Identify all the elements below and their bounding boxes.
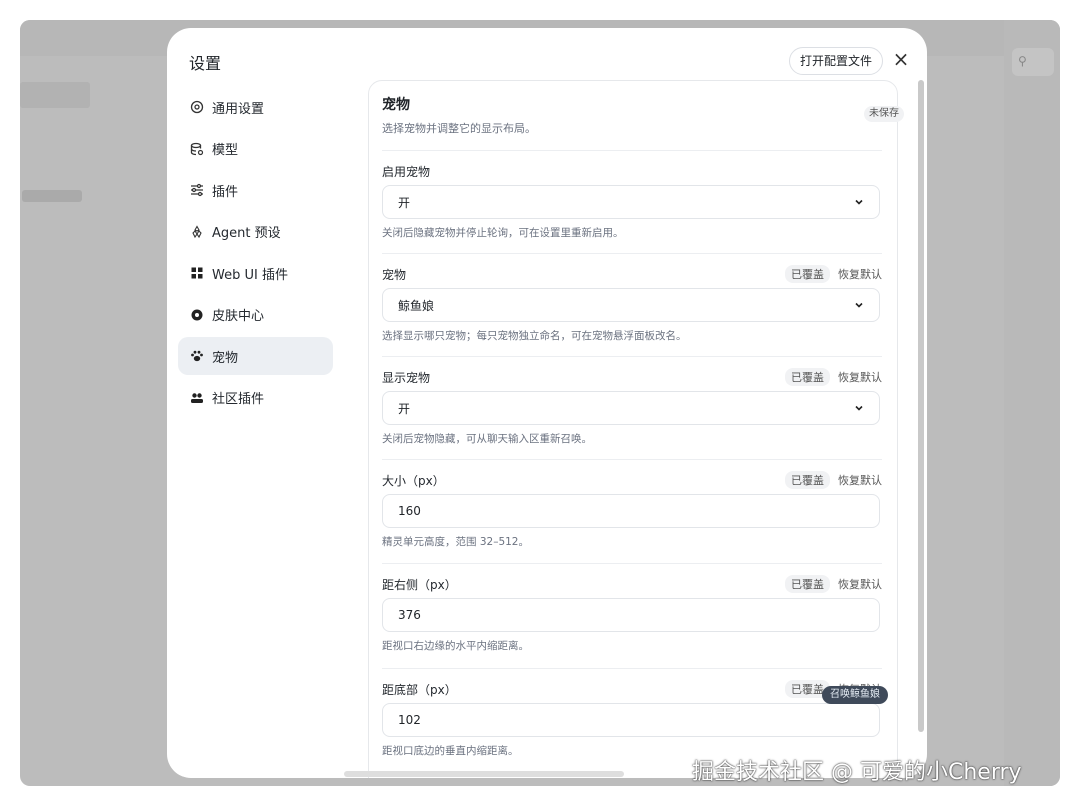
backdrop-search-icon: ⚲: [1012, 48, 1054, 76]
sidebar-item-general[interactable]: 通用设置: [178, 88, 333, 126]
open-config-file-button[interactable]: 打开配置文件: [789, 47, 884, 75]
database-icon: [190, 142, 204, 156]
reset-default-link[interactable]: 恢复默认: [838, 369, 882, 385]
chevron-down-icon: [854, 403, 864, 413]
sidebar-item-label: 宠物: [212, 350, 239, 366]
sliders-icon: [190, 183, 204, 197]
sidebar-item-plugins[interactable]: 插件: [178, 171, 333, 209]
backdrop-block: [22, 190, 82, 202]
section-header: 宠物 选择宠物并调整它的显示布局。: [382, 94, 882, 136]
field-hint: 精灵单元高度，范围 32–512。: [382, 536, 529, 548]
community-icon: [190, 391, 204, 405]
field-actions: 已覆盖 恢复默认: [785, 575, 882, 593]
input-value: 376: [398, 608, 421, 622]
field-offset-bottom: 距底部（px） 已覆盖 恢复默认 102 距视口底边的垂直内缩距离。: [382, 668, 882, 758]
watermark: 掘金技术社区 @ 可爱的小Cherry: [692, 760, 1022, 785]
agent-icon: [190, 224, 204, 239]
horizontal-scrollbar[interactable]: [344, 771, 624, 777]
settings-sidebar: 通用设置 模型 插件 Agent 预设 Web UI 插件 皮肤中心 宠物 社区…: [178, 88, 333, 420]
overridden-badge: 已覆盖: [785, 471, 830, 489]
field-enable-pet: 启用宠物 开 关闭后隐藏宠物并停止轮询，可在设置里重新启用。: [382, 150, 882, 240]
field-actions: 已覆盖 恢复默认: [785, 471, 882, 489]
pet-select[interactable]: 鲸鱼娘: [382, 288, 880, 322]
offset-bottom-input[interactable]: 102: [382, 703, 880, 737]
field-hint: 选择显示哪只宠物；每只宠物独立命名，可在宠物悬浮面板改名。: [382, 330, 687, 342]
field-hint: 距视口右边缘的水平内缩距离。: [382, 640, 529, 652]
reset-default-link[interactable]: 恢复默认: [838, 472, 882, 488]
sidebar-item-community-plugins[interactable]: 社区插件: [178, 379, 333, 417]
sidebar-item-label: 通用设置: [212, 101, 265, 117]
reset-default-link[interactable]: 恢复默认: [838, 576, 882, 592]
close-icon[interactable]: ×: [889, 48, 913, 72]
overridden-badge: 已覆盖: [785, 265, 830, 283]
select-value: 开: [398, 195, 411, 210]
sidebar-item-label: Agent 预设: [212, 226, 281, 241]
offset-right-input[interactable]: 376: [382, 598, 880, 632]
chevron-down-icon: [854, 300, 864, 310]
section-title: 宠物: [382, 97, 410, 113]
settings-modal: 设置 打开配置文件 × 通用设置 模型 插件 Agent 预设 Web UI 插…: [167, 28, 927, 778]
size-input[interactable]: 160: [382, 494, 880, 528]
sidebar-item-label: Web UI 插件: [212, 267, 288, 283]
backdrop-right-panel: [1004, 20, 1060, 786]
select-value: 鲸鱼娘: [398, 298, 435, 313]
sidebar-item-agent-presets[interactable]: Agent 预设: [178, 213, 333, 251]
unsaved-badge: 未保存: [864, 106, 904, 122]
vertical-scrollbar[interactable]: [918, 80, 924, 732]
section-description: 选择宠物并调整它的显示布局。: [382, 122, 536, 135]
circle-dot-icon: [190, 308, 204, 322]
gear-icon: [190, 100, 204, 114]
paw-icon: [190, 349, 204, 363]
field-label: 启用宠物: [382, 165, 431, 179]
backdrop-block: [20, 82, 90, 108]
enable-pet-select[interactable]: 开: [382, 185, 880, 219]
sidebar-item-label: 插件: [212, 184, 239, 200]
overridden-badge: 已覆盖: [785, 575, 830, 593]
modal-title: 设置: [189, 54, 222, 73]
field-pet: 宠物 已覆盖 恢复默认 鲸鱼娘 选择显示哪只宠物；每只宠物独立命名，可在宠物悬浮…: [382, 253, 882, 343]
sidebar-item-label: 皮肤中心: [212, 309, 265, 324]
summon-pet-button[interactable]: 召唤鲸鱼娘: [822, 686, 888, 704]
overridden-badge: 已覆盖: [785, 368, 830, 386]
field-actions: 已覆盖 恢复默认: [785, 265, 882, 283]
field-hint: 关闭后隐藏宠物并停止轮询，可在设置里重新启用。: [382, 227, 624, 239]
field-show-pet: 显示宠物 已覆盖 恢复默认 开 关闭后宠物隐藏，可从聊天输入区重新召唤。: [382, 356, 882, 446]
show-pet-select[interactable]: 开: [382, 391, 880, 425]
chevron-down-icon: [854, 197, 864, 207]
grid-icon: [190, 266, 204, 280]
sidebar-item-pets[interactable]: 宠物: [178, 337, 333, 375]
sidebar-item-webui-plugins[interactable]: Web UI 插件: [178, 254, 333, 292]
select-value: 开: [398, 401, 411, 416]
sidebar-item-label: 社区插件: [212, 392, 265, 407]
input-value: 102: [398, 713, 421, 727]
field-actions: 已覆盖 恢复默认: [785, 368, 882, 386]
input-value: 160: [398, 504, 421, 518]
reset-default-link[interactable]: 恢复默认: [838, 266, 882, 282]
field-size: 大小（px） 已覆盖 恢复默认 160 精灵单元高度，范围 32–512。: [382, 459, 882, 549]
sidebar-item-skin-center[interactable]: 皮肤中心: [178, 296, 333, 334]
field-hint: 关闭后宠物隐藏，可从聊天输入区重新召唤。: [382, 433, 592, 445]
field-offset-right: 距右侧（px） 已覆盖 恢复默认 376 距视口右边缘的水平内缩距离。: [382, 563, 882, 653]
sidebar-item-label: 模型: [212, 143, 239, 158]
sidebar-item-models[interactable]: 模型: [178, 130, 333, 168]
